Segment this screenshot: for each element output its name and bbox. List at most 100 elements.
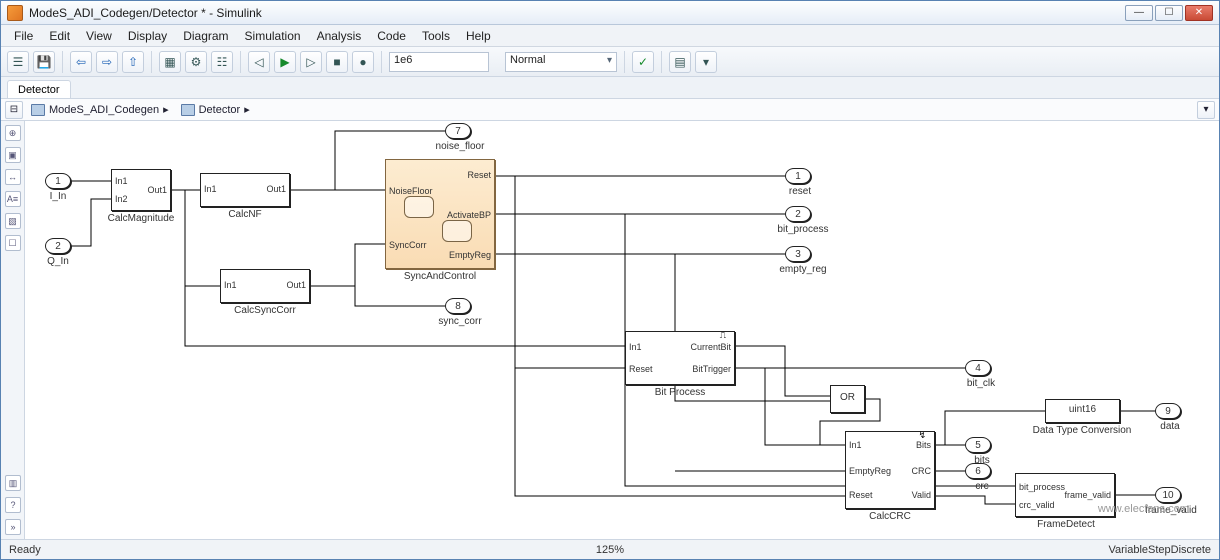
outport-2[interactable]: 2	[785, 206, 811, 222]
chevron-right-icon: ▸	[163, 103, 169, 116]
fast-restart-button[interactable]: ✓	[632, 51, 654, 73]
model-icon	[31, 104, 45, 116]
outport-8-label: sync_corr	[433, 316, 487, 327]
block-syncandcontrol-label: SyncAndControl	[395, 271, 485, 282]
outport-1[interactable]: 1	[785, 168, 811, 184]
block-calcmagnitude[interactable]: In1 In2 Out1	[111, 169, 171, 211]
outport-7-label: noise_floor	[430, 141, 490, 152]
step-fwd-button[interactable]: ▷	[300, 51, 322, 73]
stop-button[interactable]: ■	[326, 51, 348, 73]
menu-view[interactable]: View	[79, 27, 119, 45]
inport-2-label: Q_In	[43, 256, 73, 267]
block-calccrc-label: CalcCRC	[865, 511, 915, 522]
menu-help[interactable]: Help	[459, 27, 498, 45]
bird-eye-icon[interactable]: ▥	[5, 475, 21, 491]
nav-fwd-button[interactable]: ⇨	[96, 51, 118, 73]
outport-10[interactable]: 10	[1155, 487, 1181, 503]
nav-up-button[interactable]: ⇧	[122, 51, 144, 73]
step-back-button[interactable]: ◁	[248, 51, 270, 73]
model-config-button[interactable]: ⚙	[185, 51, 207, 73]
breadcrumb-root[interactable]: ModeS_ADI_Codegen ▸	[27, 103, 173, 116]
menu-code[interactable]: Code	[370, 27, 413, 45]
block-datatypeconv-label: Data Type Conversion	[1027, 425, 1137, 436]
fit-to-view-icon[interactable]: ▣	[5, 147, 21, 163]
block-calcsynccorr[interactable]: In1 Out1	[220, 269, 310, 303]
stop-time-input[interactable]: 1e6	[389, 52, 489, 72]
outport-6[interactable]: 6	[965, 463, 991, 479]
views-dropdown-button[interactable]: ▾	[1197, 101, 1215, 119]
window-title: ModeS_ADI_Codegen/Detector * - Simulink	[29, 6, 262, 20]
library-browser-button[interactable]: ▦	[159, 51, 181, 73]
pan-icon[interactable]: ↔	[5, 169, 21, 185]
breadcrumb: ⊟ ModeS_ADI_Codegen ▸ Detector ▸ ▾	[1, 99, 1219, 121]
statusbar: Ready 125% VariableStepDiscrete	[1, 539, 1219, 559]
status-left: Ready	[9, 544, 41, 556]
menu-diagram[interactable]: Diagram	[176, 27, 235, 45]
app-window: ModeS_ADI_Codegen/Detector * - Simulink …	[0, 0, 1220, 560]
menu-analysis[interactable]: Analysis	[310, 27, 369, 45]
menu-file[interactable]: File	[7, 27, 40, 45]
breadcrumb-sub-label: Detector	[199, 104, 241, 116]
sim-mode-select[interactable]: Normal	[505, 52, 617, 72]
help-icon[interactable]: ?	[5, 497, 21, 513]
inport-2[interactable]: 2	[45, 238, 71, 254]
inport-1-label: I_In	[43, 191, 73, 202]
nav-back-button[interactable]: ⇦	[70, 51, 92, 73]
block-calcnf[interactable]: In1 Out1	[200, 173, 290, 207]
outport-4-label: bit_clk	[961, 378, 1001, 389]
breadcrumb-root-label: ModeS_ADI_Codegen	[49, 104, 159, 116]
outport-1-label: reset	[785, 186, 815, 197]
hide-icon[interactable]: ☐	[5, 235, 21, 251]
chevron-right-icon: ▸	[244, 103, 250, 116]
tab-detector[interactable]: Detector	[7, 80, 71, 98]
menu-display[interactable]: Display	[121, 27, 174, 45]
menu-simulation[interactable]: Simulation	[238, 27, 308, 45]
legend-icon[interactable]: »	[5, 519, 21, 535]
run-button[interactable]: ▶	[274, 51, 296, 73]
outport-5[interactable]: 5	[965, 437, 991, 453]
outport-8[interactable]: 8	[445, 298, 471, 314]
minimize-button[interactable]: —	[1125, 5, 1153, 21]
watermark: www.elecfans.com	[1098, 503, 1189, 515]
maximize-button[interactable]: ☐	[1155, 5, 1183, 21]
block-or[interactable]: OR	[830, 385, 865, 413]
block-bitprocess-label: Bit Process	[645, 387, 715, 398]
block-calcnf-label: CalcNF	[220, 209, 270, 220]
block-calcmagnitude-label: CalcMagnitude	[101, 213, 181, 224]
breadcrumb-sub[interactable]: Detector ▸	[177, 103, 254, 116]
block-calccrc[interactable]: In1 EmptyReg Reset Bits CRC Valid ↯	[845, 431, 935, 509]
block-datatypeconv[interactable]: uint16	[1045, 399, 1120, 423]
outport-4[interactable]: 4	[965, 360, 991, 376]
tabstrip: Detector	[1, 77, 1219, 99]
outport-3-label: empty_reg	[773, 264, 833, 275]
model-explorer-button[interactable]: ☷	[211, 51, 233, 73]
menu-tools[interactable]: Tools	[415, 27, 457, 45]
close-button[interactable]: ✕	[1185, 5, 1213, 21]
palette: ⊕ ▣ ↔ A≡ ▧ ☐ ▥ ? »	[1, 121, 25, 539]
block-syncandcontrol[interactable]: NoiseFloor SyncCorr Reset ActivateBP Emp…	[385, 159, 495, 269]
record-button[interactable]: ●	[352, 51, 374, 73]
status-solver[interactable]: VariableStepDiscrete	[1108, 544, 1211, 556]
outport-9-label: data	[1155, 421, 1185, 432]
outport-2-label: bit_process	[773, 224, 833, 235]
menu-edit[interactable]: Edit	[42, 27, 77, 45]
block-calcsynccorr-label: CalcSyncCorr	[230, 305, 300, 316]
status-zoom[interactable]: 125%	[596, 544, 624, 556]
outport-7[interactable]: 7	[445, 123, 471, 139]
block-framedetect-label: FrameDetect	[1031, 519, 1101, 530]
outport-3[interactable]: 3	[785, 246, 811, 262]
toolbar: ☰ 💾 ⇦ ⇨ ⇧ ▦ ⚙ ☷ ◁ ▶ ▷ ■ ● 1e6 Normal ✓ ▤…	[1, 47, 1219, 77]
annotations-icon[interactable]: A≡	[5, 191, 21, 207]
build-button[interactable]: ▤	[669, 51, 691, 73]
model-browser-button[interactable]: ☰	[7, 51, 29, 73]
inport-1[interactable]: 1	[45, 173, 71, 189]
build-dropdown-button[interactable]: ▾	[695, 51, 717, 73]
canvas[interactable]: 1 I_In 2 Q_In In1 In2 Out1 CalcMagnitude…	[25, 121, 1219, 539]
save-button[interactable]: 💾	[33, 51, 55, 73]
block-bitprocess[interactable]: In1 Reset CurrentBit BitTrigger ⎍	[625, 331, 735, 385]
zoom-in-icon[interactable]: ⊕	[5, 125, 21, 141]
outport-9[interactable]: 9	[1155, 403, 1181, 419]
image-icon[interactable]: ▧	[5, 213, 21, 229]
hide-browser-button[interactable]: ⊟	[5, 101, 23, 119]
menubar: File Edit View Display Diagram Simulatio…	[1, 25, 1219, 47]
